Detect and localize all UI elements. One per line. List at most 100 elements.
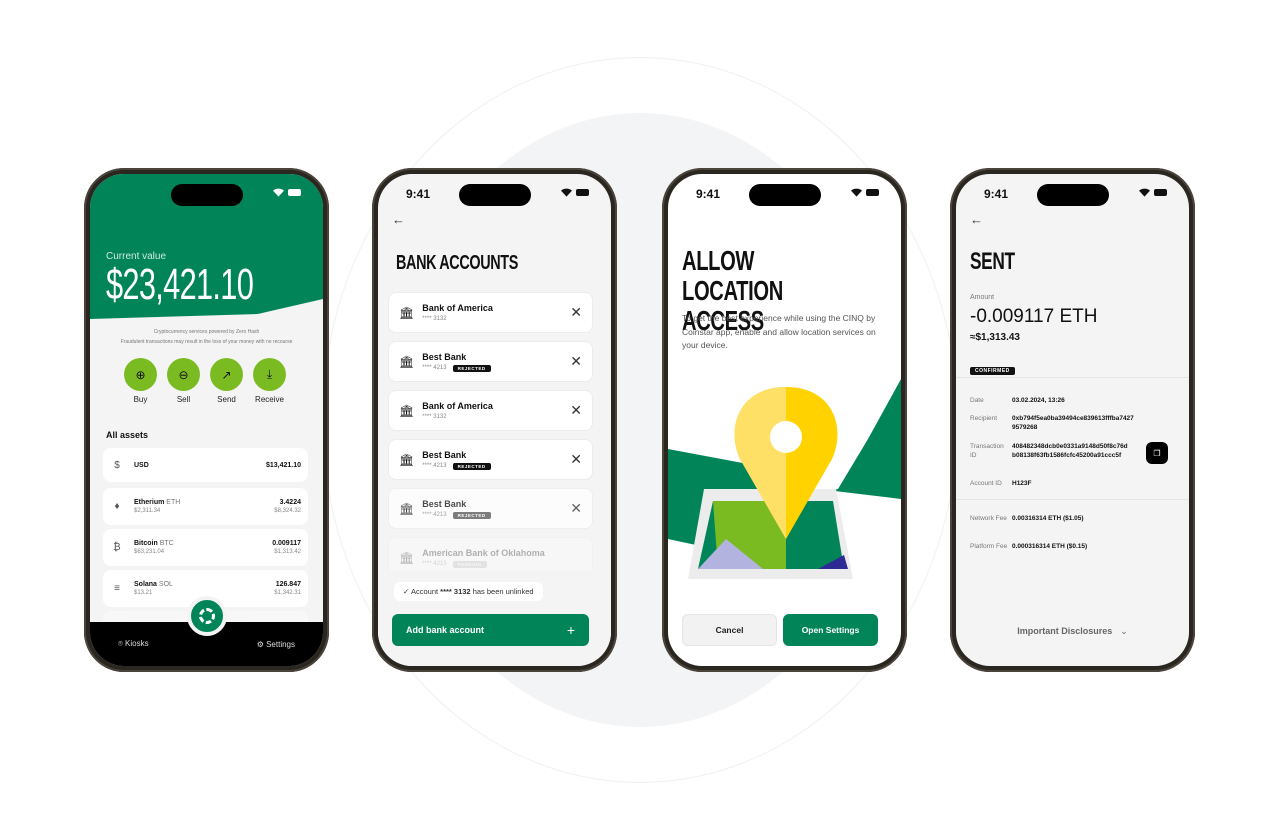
account-mask: **** 3132 [422, 414, 447, 420]
title-line: ALLOW LOCATION [682, 245, 783, 306]
account-mask: **** 4213 [422, 365, 447, 371]
arrow-up-right-icon: ↗ [210, 358, 243, 391]
status-badge: PENDING [452, 560, 487, 568]
buy-label: Buy [133, 395, 148, 404]
receive-button[interactable]: ⤓ Receive [253, 358, 286, 404]
status-icons [1139, 188, 1167, 197]
battery-icon [1154, 189, 1167, 196]
bank-account-row[interactable]: 🏛 Bank of America **** 3132 ✕ [388, 292, 593, 333]
home-fab-button[interactable] [186, 596, 227, 636]
copy-icon: ❐ [1153, 448, 1161, 458]
back-arrow-icon[interactable]: ← [970, 212, 983, 227]
detail-value: 03.02.2024, 13:26 [1012, 397, 1065, 404]
disclaimer: Cryptocurrency services powered by Zero … [90, 327, 323, 347]
copy-button[interactable]: ❐ [1146, 442, 1168, 464]
bank-name: Bank of America [422, 401, 493, 411]
detail-row: Date 03.02.2024, 13:26 [970, 396, 1137, 405]
asset-amount: 0.009117 [272, 540, 301, 547]
status-icons [273, 188, 301, 197]
phone-bank-accounts: 9:41 ← BANK ACCOUNTS 🏛 Bank of America ***… [372, 168, 617, 672]
asset-ticker: BTC [159, 540, 174, 547]
dollar-icon: $ [114, 459, 120, 471]
ethereum-icon: ♦ [114, 501, 120, 512]
account-mask: **** 3132 [422, 316, 447, 322]
sell-button[interactable]: ⊖ Sell [167, 358, 200, 404]
current-value: $23,421.10 [106, 260, 254, 309]
nav-settings-label: Settings [266, 639, 295, 649]
dynamic-island [170, 184, 243, 206]
chevron-down-icon: ⌄ [1120, 626, 1128, 636]
fee-key: Network Fee [970, 515, 1007, 522]
button-row: Cancel Open Settings [682, 614, 878, 646]
buy-button[interactable]: ⊕ Buy [124, 358, 157, 404]
asset-price: $13.21 [134, 590, 153, 596]
cancel-button[interactable]: Cancel [682, 614, 777, 646]
divider [956, 377, 1189, 378]
detail-value: 408482348dcb0e0331a9148d50f8c76db08138f6… [1012, 443, 1128, 459]
detail-key: Account ID [970, 480, 1002, 487]
status-icons [561, 188, 589, 197]
page-title: BANK ACCOUNTS [396, 252, 518, 274]
asset-ticker: ETH [166, 499, 181, 506]
nav-settings[interactable]: ⚙ Settings [257, 640, 295, 649]
status-badge: REJECTED [452, 462, 491, 470]
asset-amount: $13,421.10 [265, 461, 301, 469]
asset-price: $63,231.04 [134, 549, 165, 555]
nav-kiosks[interactable]: ⌾ Kiosks [118, 639, 149, 649]
pin-hole [770, 421, 802, 453]
bank-account-row[interactable]: 🏛 Bank of America **** 3132 ✕ [388, 390, 593, 431]
fee-key: Platform Fee [970, 543, 1008, 550]
dynamic-island [1036, 184, 1109, 206]
close-icon[interactable]: ✕ [570, 402, 582, 419]
toast-suffix: has been unlinked [470, 587, 534, 596]
amount-label: Amount [970, 294, 995, 301]
close-icon[interactable]: ✕ [570, 353, 582, 370]
bank-account-row[interactable]: 🏛 Best Bank **** 4213 REJECTED ✕ [388, 439, 593, 480]
send-button[interactable]: ↗ Send [210, 358, 243, 404]
dynamic-island [458, 184, 531, 206]
send-label: Send [217, 395, 236, 404]
action-buttons: ⊕ Buy ⊖ Sell ↗ Send ⤓ Receive [124, 358, 286, 404]
asset-row[interactable]: $ USD $13,421.10 [103, 448, 308, 482]
status-time: 9:41 [406, 187, 431, 201]
asset-price: $2,311.34 [134, 508, 161, 514]
asset-row[interactable]: ₿ Bitcoin BTC $63,231.04 0.009117 $1,313.4… [103, 529, 308, 566]
asset-value: $8,324.32 [274, 508, 301, 514]
battery-icon [288, 189, 301, 196]
description: To get the best experience while using t… [682, 313, 876, 350]
bank-name: Best Bank [422, 449, 467, 460]
bank-name: American Bank of Oklahoma [422, 547, 545, 558]
status-icons [851, 188, 879, 197]
sell-label: Sell [176, 395, 191, 404]
bank-icon: 🏛 [399, 550, 415, 565]
bank-icon: 🏛 [399, 305, 415, 320]
bank-name: Best Bank [422, 498, 467, 509]
bank-account-row[interactable]: 🏛 Best Bank **** 4213 REJECTED ✕ [388, 488, 593, 529]
asset-row[interactable]: ♦ Etherium ETH $2,311.34 3.4224 $8,324.32 [103, 488, 308, 525]
asset-amount: 3.4224 [279, 499, 301, 506]
add-bank-account-label: Add bank account [406, 625, 485, 635]
asset-value: $1,342.31 [274, 590, 301, 596]
minus-circle-icon: ⊖ [167, 358, 200, 391]
detail-value: H123F [1012, 480, 1032, 487]
bank-account-row[interactable]: 🏛 Best Bank **** 4213 REJECTED ✕ [388, 341, 593, 382]
disclosures-label: Important Disclosures [1017, 626, 1113, 636]
asset-name: USD [134, 461, 149, 469]
phone-transaction-detail: 9:41 ← SENT Amount -0.009117 ETH ≈$1,313… [950, 168, 1195, 672]
close-icon[interactable]: ✕ [570, 500, 582, 517]
close-icon[interactable]: ✕ [570, 304, 582, 321]
close-icon[interactable]: ✕ [570, 451, 582, 468]
status-badge: REJECTED [452, 511, 491, 519]
status-time: 9:41 [984, 187, 1009, 201]
disclaimer-line: Cryptocurrency services powered by Zero … [153, 329, 260, 335]
fee-row: Platform Fee 0.000316314 ETH ($0.15) [970, 542, 1137, 551]
bank-icon: 🏛 [399, 403, 415, 418]
bank-icon: 🏛 [399, 501, 415, 516]
back-arrow-icon[interactable]: ← [392, 212, 405, 227]
download-icon: ⤓ [253, 358, 286, 391]
add-bank-account-button[interactable]: Add bank account + [392, 614, 589, 646]
important-disclosures-toggle[interactable]: Important Disclosures ⌄ [956, 626, 1189, 637]
detail-row: Account ID H123F [970, 479, 1137, 488]
open-settings-button[interactable]: Open Settings [783, 614, 878, 646]
battery-icon [866, 189, 879, 196]
